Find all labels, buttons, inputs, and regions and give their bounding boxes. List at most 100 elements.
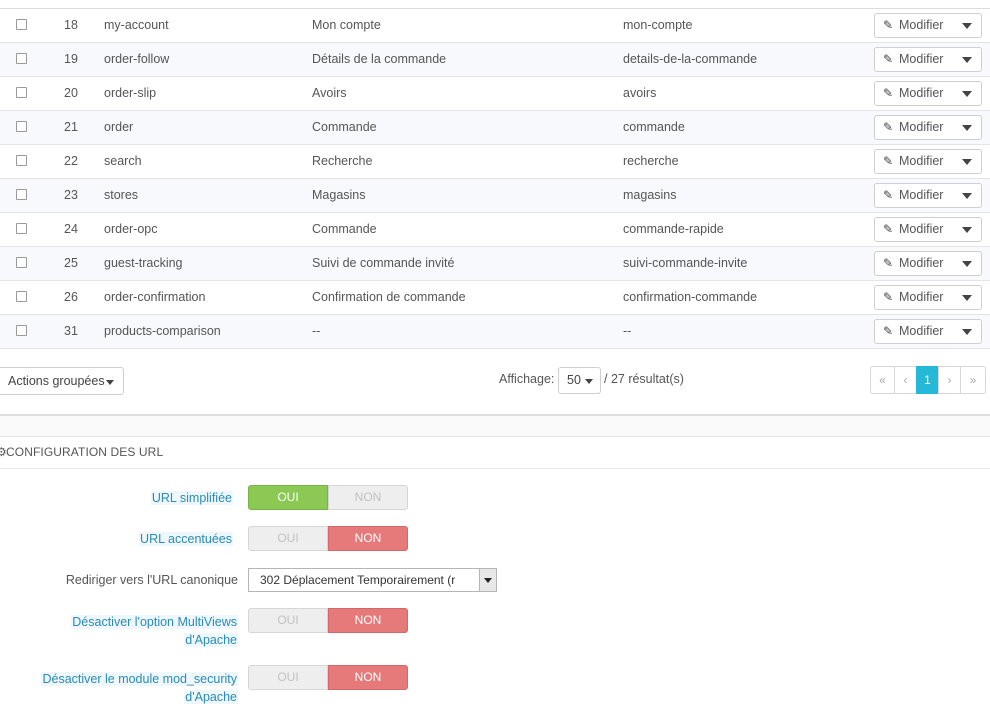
caret-down-icon [962,193,972,199]
pencil-icon: ✎ [883,86,894,100]
pagination-current-page[interactable]: 1 [916,366,939,394]
row-actions-dropdown-button[interactable] [953,217,982,242]
caret-down-icon [962,125,972,131]
caret-down-icon [962,91,972,97]
select-arrow [479,569,496,591]
edit-button-label: Modifier [899,154,944,168]
row-actions-dropdown-button[interactable] [953,13,982,38]
row-actions-dropdown-button[interactable] [953,81,982,106]
simplified-url-yes[interactable]: OUI [248,485,328,510]
edit-button[interactable]: ✎ Modifier [874,13,954,38]
row-checkbox[interactable] [16,291,27,302]
edit-button-label: Modifier [899,52,944,66]
pagination-prev-button[interactable]: ‹ [894,366,917,394]
edit-button[interactable]: ✎ Modifier [874,149,954,174]
edit-button[interactable]: ✎ Modifier [874,217,954,242]
pencil-icon: ✎ [883,154,894,168]
edit-button[interactable]: ✎ Modifier [874,47,954,72]
mod-security-yes[interactable]: OUI [248,665,328,690]
row-page-name: order-opc [104,222,158,236]
caret-down-icon [106,380,114,385]
simplified-url-no[interactable]: NON [328,485,408,510]
edit-button[interactable]: ✎ Modifier [874,115,954,140]
edit-button[interactable]: ✎ Modifier [874,319,954,344]
accented-url-no[interactable]: NON [328,526,408,551]
row-id: 25 [64,256,78,270]
row-page-name: search [104,154,142,168]
bulk-actions-button[interactable]: Actions groupées [0,367,124,395]
multiviews-yes[interactable]: OUI [248,608,328,633]
row-id: 23 [64,188,78,202]
row-id: 20 [64,86,78,100]
config-panel-heading: ⚙ CONFIGURATION DES URL [0,436,990,469]
row-page-title: Commande [312,120,377,134]
row-checkbox[interactable] [16,223,27,234]
multiviews-switch: OUI NON [248,608,408,633]
multiviews-label: Désactiver l'option MultiViews d'Apache [71,615,238,647]
row-checkbox[interactable] [16,155,27,166]
edit-button-label: Modifier [899,86,944,100]
row-actions-dropdown-button[interactable] [953,47,982,72]
row-page-name: stores [104,188,139,202]
canonical-redirect-value: 302 Déplacement Temporairement (r [260,573,456,587]
row-checkbox[interactable] [16,325,27,336]
table-body: 18 my-account Mon compte mon-compte ✎ Mo… [0,9,990,349]
row-page-title: Commande [312,222,377,236]
multiviews-no[interactable]: NON [328,608,408,633]
row-friendly-url: details-de-la-commande [623,52,758,66]
row-actions-dropdown-button[interactable] [953,319,982,344]
row-checkbox[interactable] [16,53,27,64]
simplified-url-switch: OUI NON [248,485,408,510]
bulk-actions-label: Actions groupées [8,374,105,388]
row-friendly-url: magasins [623,188,677,202]
pencil-icon: ✎ [883,324,894,338]
pencil-icon: ✎ [883,120,894,134]
row-actions-dropdown-button[interactable] [953,251,982,276]
row-page-name: order-confirmation [104,290,206,304]
row-checkbox[interactable] [16,121,27,132]
pagination-limit-select[interactable]: 50 [558,367,601,394]
row-checkbox[interactable] [16,19,27,30]
row-friendly-url: -- [623,324,632,338]
edit-button[interactable]: ✎ Modifier [874,285,954,310]
row-actions-dropdown-button[interactable] [953,285,982,310]
table-row: 18 my-account Mon compte mon-compte ✎ Mo… [0,9,990,43]
row-actions-dropdown-button[interactable] [953,115,982,140]
row-friendly-url: mon-compte [623,18,693,32]
pagination-next-button[interactable]: › [938,366,961,394]
row-actions-dropdown-button[interactable] [953,183,982,208]
row-friendly-url: commande-rapide [623,222,724,236]
row-page-name: products-comparison [104,324,221,338]
row-checkbox[interactable] [16,87,27,98]
accented-url-label: URL accentuées [139,532,233,546]
row-checkbox[interactable] [16,189,27,200]
pagination-first-button[interactable]: « [870,366,895,394]
pagination-last-button[interactable]: » [960,366,986,394]
canonical-redirect-select[interactable]: 302 Déplacement Temporairement (r [248,568,497,592]
row-friendly-url: recherche [623,154,679,168]
row-friendly-url: avoirs [623,86,657,100]
row-page-title: Magasins [312,188,366,202]
row-page-title: Suivi de commande invité [312,256,455,270]
accented-url-switch: OUI NON [248,526,408,551]
row-page-name: order [104,120,134,134]
row-id: 26 [64,290,78,304]
caret-down-icon [962,57,972,63]
edit-button-label: Modifier [899,256,944,270]
row-page-title: -- [312,324,321,338]
caret-down-icon [484,578,492,583]
row-page-title: Confirmation de commande [312,290,466,304]
row-checkbox[interactable] [16,257,27,268]
caret-down-icon [962,261,972,267]
accented-url-yes[interactable]: OUI [248,526,328,551]
edit-button[interactable]: ✎ Modifier [874,183,954,208]
mod-security-no[interactable]: NON [328,665,408,690]
edit-button[interactable]: ✎ Modifier [874,81,954,106]
edit-button[interactable]: ✎ Modifier [874,251,954,276]
caret-down-icon [962,159,972,165]
row-id: 19 [64,52,78,66]
table-row: 21 order Commande commande ✎ Modifier [0,111,990,145]
simplified-url-label: URL simplifiée [150,491,233,505]
row-actions-dropdown-button[interactable] [953,149,982,174]
table-row: 26 order-confirmation Confirmation de co… [0,281,990,315]
